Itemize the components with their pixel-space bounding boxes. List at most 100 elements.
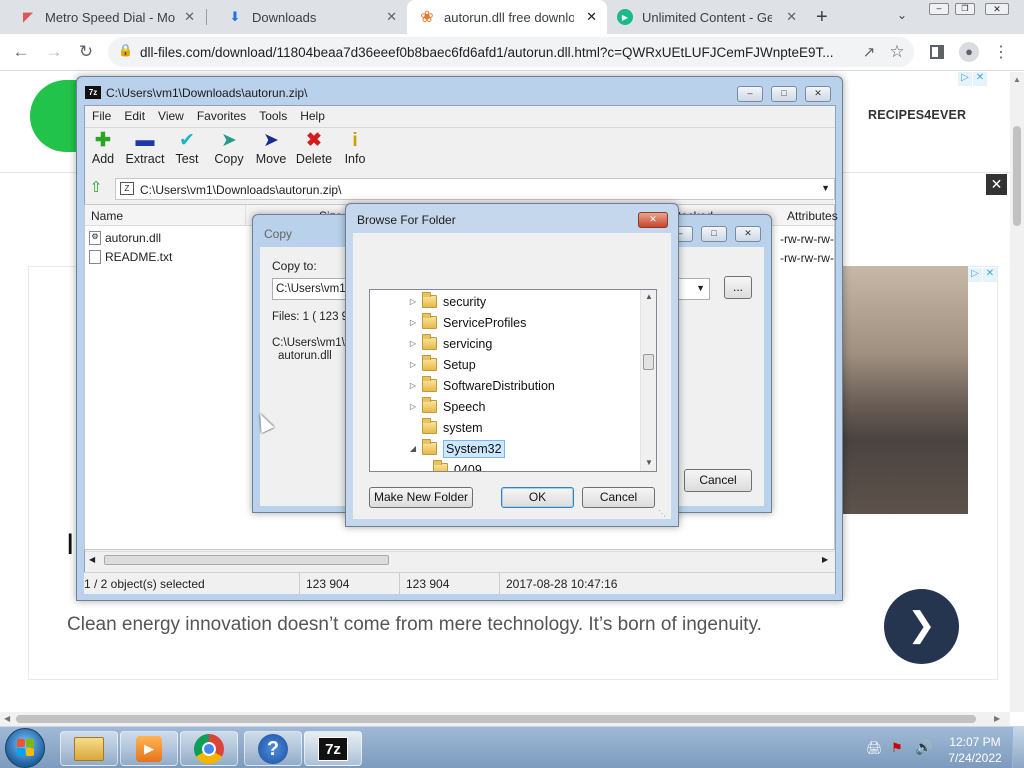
reload-icon[interactable]: ↻ [74, 40, 98, 64]
ad-choices-icon[interactable]: ▷ [958, 72, 972, 86]
menu-icon[interactable]: ⋮ [989, 40, 1013, 64]
expand-arrow-icon[interactable]: ▷ [406, 318, 420, 327]
file-row[interactable]: README.txt [89, 247, 172, 266]
address-bar[interactable]: 🔒 dll-files.com/download/11804beaa7d36ee… [108, 37, 914, 67]
close-tab-icon[interactable]: ✕ [386, 9, 397, 25]
folder-tree-item[interactable]: ▷ Speech [406, 396, 485, 417]
close-button[interactable]: ✕ [638, 212, 668, 228]
menu-favorites[interactable]: Favorites [197, 109, 246, 123]
close-button[interactable]: ✕ [735, 226, 761, 242]
side-panel-icon[interactable] [925, 40, 949, 64]
scroll-thumb[interactable] [643, 354, 654, 370]
make-new-folder-button[interactable]: Make New Folder [369, 487, 473, 508]
list-horizontal-scrollbar[interactable]: ◀ ▶ [85, 551, 834, 568]
ok-button[interactable]: OK [501, 487, 574, 508]
minimize-icon[interactable]: – [929, 3, 949, 15]
chevron-down-icon[interactable]: ▼ [696, 283, 705, 293]
taskbar-explorer[interactable] [60, 731, 118, 766]
volume-icon[interactable]: 🔊 [915, 739, 932, 756]
close-tab-icon[interactable]: ✕ [184, 9, 195, 25]
folder-tree-item[interactable]: ◢ System32 [406, 438, 505, 459]
add-button[interactable]: ✚ Add [82, 130, 124, 166]
folder-tree-item[interactable]: ▷ SoftwareDistribution [406, 375, 555, 396]
expand-arrow-icon[interactable]: ▷ [406, 381, 420, 390]
forward-icon[interactable]: → [42, 40, 66, 64]
chevron-down-icon[interactable]: ▼ [821, 183, 830, 193]
taskbar-chrome[interactable] [180, 731, 238, 766]
minimize-button[interactable]: – [737, 86, 763, 102]
browse-button[interactable]: ... [724, 276, 752, 299]
folder-tree-item[interactable]: system [406, 417, 483, 438]
file-row[interactable]: ⚙ autorun.dll [89, 228, 161, 247]
network-icon[interactable]: 🖨 [866, 740, 883, 756]
expand-arrow-icon[interactable]: ▷ [406, 360, 420, 369]
tab-unlimited-content[interactable]: ▶ Unlimited Content - Get ✕ [607, 0, 807, 34]
resize-grip-icon[interactable]: ⋱ [658, 509, 666, 518]
expand-arrow-icon[interactable]: ▷ [406, 402, 420, 411]
scroll-right-icon[interactable]: ▶ [822, 555, 828, 564]
maximize-button[interactable]: □ [701, 226, 727, 242]
scroll-thumb[interactable] [104, 555, 389, 565]
close-tab-icon[interactable]: ✕ [586, 9, 597, 25]
folder-tree-item[interactable]: ▷ Setup [406, 354, 476, 375]
ad-close-icon[interactable]: ✕ [973, 72, 987, 86]
extract-button[interactable]: ▬ Extract [124, 130, 166, 166]
folder-tree-item[interactable]: ▷ ServiceProfiles [406, 312, 526, 333]
close-ad-icon[interactable]: ✕ [986, 174, 1007, 195]
back-icon[interactable]: ← [9, 40, 33, 64]
page-vertical-scrollbar[interactable]: ▲ [1010, 72, 1024, 712]
expand-arrow-icon[interactable]: ▷ [406, 339, 420, 348]
ad-brand[interactable]: RECIPES4EVER [868, 108, 966, 122]
menu-edit[interactable]: Edit [124, 109, 145, 123]
copy-button[interactable]: ➤ Copy [208, 130, 250, 166]
maximize-button[interactable]: □ [771, 86, 797, 102]
scroll-up-icon[interactable]: ▲ [645, 292, 653, 301]
taskbar-help[interactable]: ? [244, 731, 302, 766]
address-combo[interactable]: Z C:\Users\vm1\Downloads\autorun.zip\ ▼ [115, 178, 835, 200]
expand-arrow-icon[interactable]: ▷ [406, 297, 420, 306]
tab-downloads[interactable]: ⬇ Downloads ✕ [207, 0, 407, 34]
taskbar-7zip[interactable]: 7z [304, 731, 362, 766]
menu-view[interactable]: View [158, 109, 184, 123]
ad-close-icon[interactable]: ✕ [983, 268, 997, 282]
test-button[interactable]: ✔ Test [166, 130, 208, 166]
new-tab-icon[interactable]: + [816, 6, 828, 29]
action-center-icon[interactable]: ⚑ [891, 740, 903, 756]
taskbar-media-player[interactable]: ▶ [120, 731, 178, 766]
tab-search-icon[interactable]: ⌄ [897, 8, 907, 22]
bookmark-star-icon[interactable]: ☆ [885, 40, 909, 64]
ad-choices-icon[interactable]: ▷ [968, 268, 982, 282]
profile-avatar-icon[interactable]: ● [957, 40, 981, 64]
info-button[interactable]: i Info [334, 130, 376, 166]
copy-cancel-button[interactable]: Cancel [684, 469, 752, 492]
cancel-button[interactable]: Cancel [582, 487, 655, 508]
column-attributes[interactable]: Attributes [787, 209, 838, 223]
folder-tree-item[interactable]: 0409 [427, 459, 482, 471]
menu-file[interactable]: File [92, 109, 111, 123]
expanded-arrow-icon[interactable]: ◢ [406, 444, 420, 453]
folder-tree-item[interactable]: ▷ servicing [406, 333, 492, 354]
page-horizontal-scrollbar[interactable]: ◀ ▶ [0, 712, 1010, 726]
tab-metro-speed-dial[interactable]: ◤ Metro Speed Dial - Mode ✕ [0, 0, 205, 34]
scroll-down-icon[interactable]: ▼ [645, 458, 653, 467]
close-button[interactable]: ✕ [805, 86, 831, 102]
up-folder-icon[interactable]: ⇧ [86, 178, 106, 198]
share-icon[interactable]: ↗ [857, 40, 881, 64]
scroll-left-icon[interactable]: ◀ [89, 555, 95, 564]
column-name[interactable]: Name [91, 209, 123, 223]
delete-button[interactable]: ✖ Delete [293, 130, 335, 166]
next-arrow-button[interactable]: ❯ [884, 589, 959, 664]
ad-image[interactable] [840, 266, 968, 514]
move-button[interactable]: ➤ Move [250, 130, 292, 166]
clock[interactable]: 12:07 PM 7/24/2022 [945, 734, 1005, 766]
tree-vertical-scrollbar[interactable]: ▲ ▼ [640, 290, 656, 471]
show-desktop-button[interactable] [1012, 727, 1024, 768]
menu-help[interactable]: Help [300, 109, 325, 123]
close-tab-icon[interactable]: ✕ [786, 9, 797, 25]
folder-tree-item[interactable]: ▷ security [406, 291, 486, 312]
close-icon[interactable]: ✕ [985, 3, 1009, 15]
menu-tools[interactable]: Tools [259, 109, 287, 123]
tab-autorun-dll[interactable]: ❀ autorun.dll free download ✕ [407, 0, 607, 34]
restore-icon[interactable]: ❐ [955, 3, 975, 15]
start-button[interactable] [5, 728, 45, 768]
